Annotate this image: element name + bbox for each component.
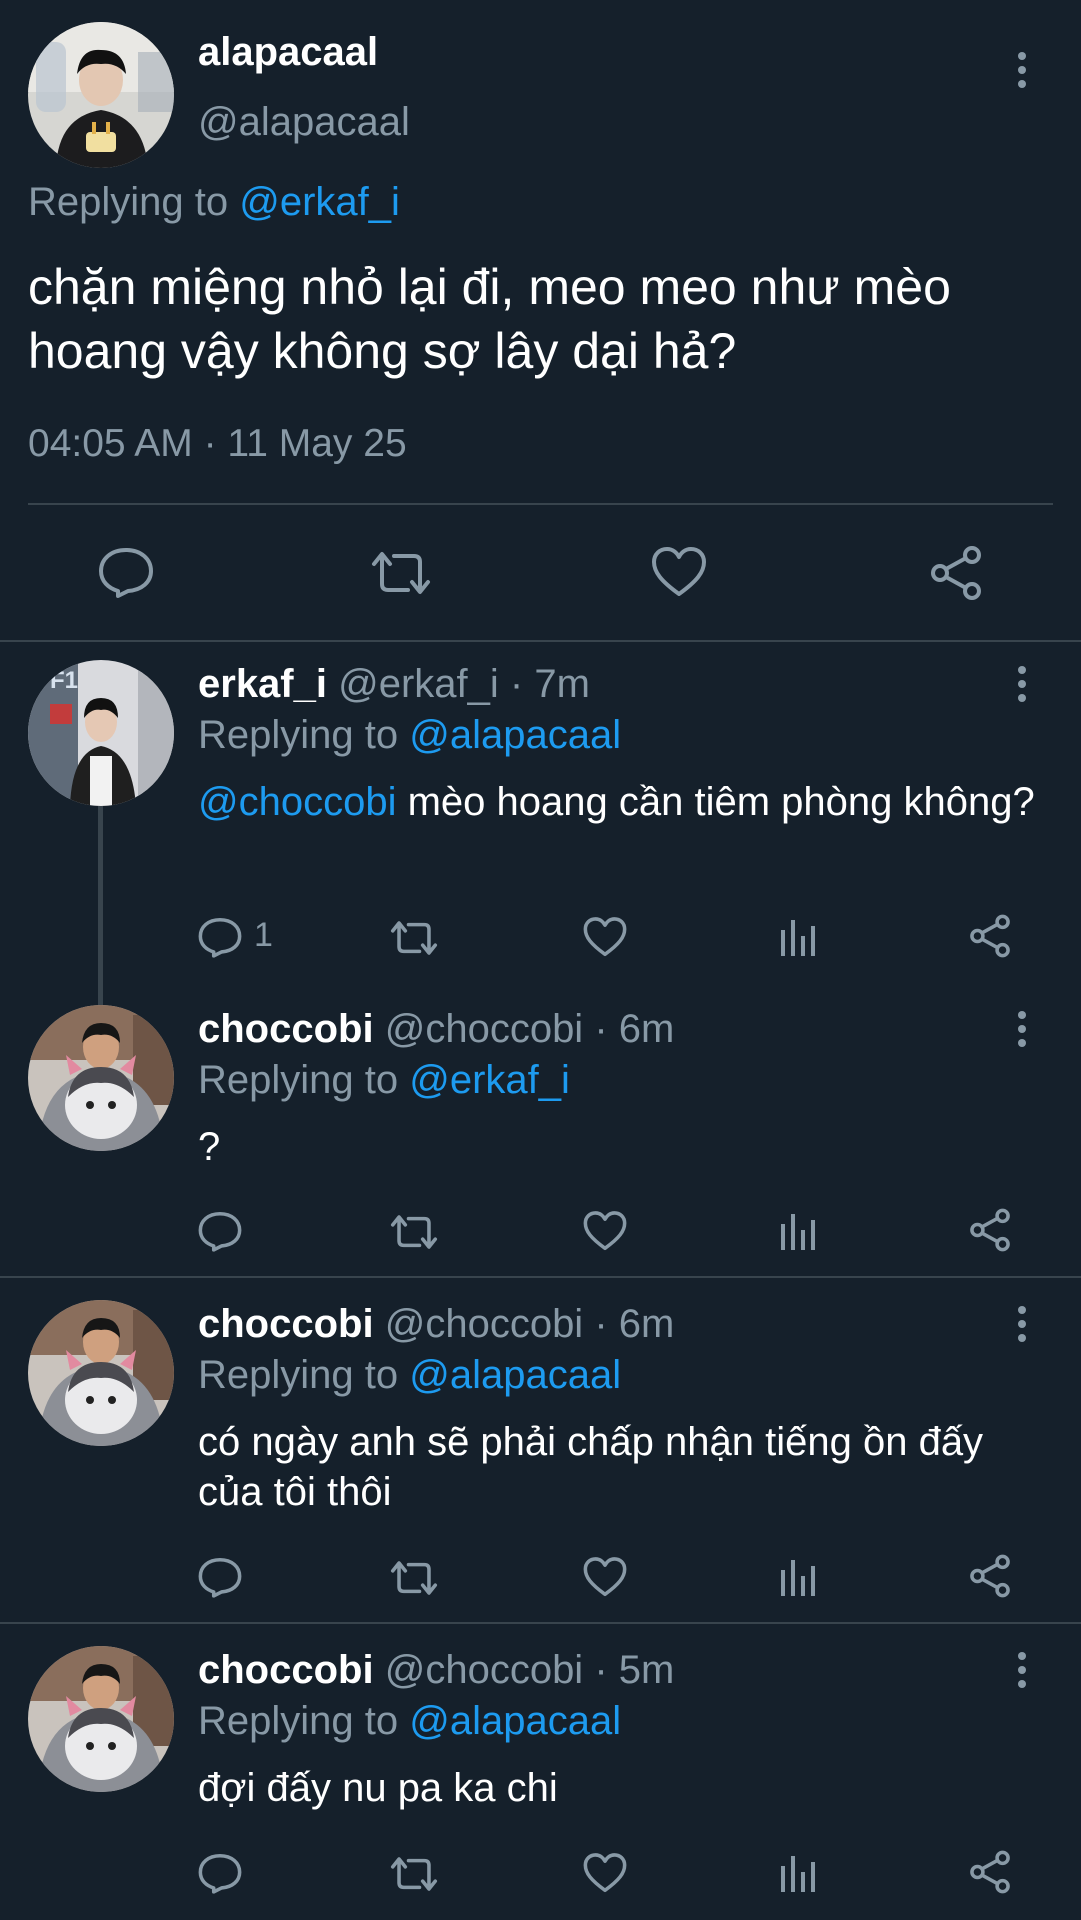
share-icon[interactable] bbox=[968, 1208, 1012, 1252]
divider bbox=[0, 640, 1081, 642]
more-options-icon[interactable] bbox=[1007, 662, 1037, 706]
like-icon[interactable] bbox=[583, 1210, 627, 1252]
reply-icon[interactable] bbox=[198, 916, 242, 958]
reply-text: @choccobi mèo hoang cần tiêm phòng không… bbox=[198, 777, 1058, 827]
reply-time[interactable]: · 7m bbox=[510, 662, 590, 706]
divider bbox=[0, 1276, 1081, 1278]
reply-header: erkaf_i @erkaf_i · 7m bbox=[198, 662, 590, 707]
author-handle[interactable]: @alapacaal bbox=[198, 100, 410, 145]
replying-to: Replying to @alapacaal bbox=[198, 1699, 621, 1744]
reply-icon[interactable] bbox=[198, 1852, 242, 1894]
like-icon[interactable] bbox=[583, 1556, 627, 1598]
analytics-icon[interactable] bbox=[778, 1210, 818, 1252]
analytics-icon[interactable] bbox=[778, 1852, 818, 1894]
reply-header: choccobi @choccobi · 6m bbox=[198, 1007, 674, 1052]
like-icon[interactable] bbox=[583, 916, 627, 958]
more-options-icon[interactable] bbox=[1007, 1302, 1037, 1346]
analytics-icon[interactable] bbox=[778, 1556, 818, 1598]
replying-prefix: Replying to bbox=[28, 180, 240, 224]
replying-prefix: Replying to bbox=[198, 1699, 410, 1743]
reply-author-handle[interactable]: @choccobi bbox=[385, 1302, 583, 1346]
more-options-icon[interactable] bbox=[1007, 1648, 1037, 1692]
more-options-icon[interactable] bbox=[1007, 1007, 1037, 1051]
avatar-choccobi[interactable] bbox=[28, 1005, 174, 1151]
retweet-icon[interactable] bbox=[388, 918, 440, 958]
reply-header: choccobi @choccobi · 5m bbox=[198, 1648, 674, 1693]
avatar-alapacaal[interactable] bbox=[28, 22, 174, 168]
avatar-choccobi[interactable] bbox=[28, 1300, 174, 1446]
divider bbox=[28, 503, 1053, 505]
replying-to: Replying to @alapacaal bbox=[198, 713, 621, 758]
replying-to-link[interactable]: @erkaf_i bbox=[239, 180, 400, 224]
replying-to: Replying to @erkaf_i bbox=[28, 180, 400, 225]
replying-to-link[interactable]: @alapacaal bbox=[409, 1699, 621, 1743]
reply-text-body: mèo hoang cần tiêm phòng không? bbox=[396, 780, 1035, 824]
reply-author-name[interactable]: choccobi bbox=[198, 1007, 374, 1051]
retweet-icon[interactable] bbox=[388, 1212, 440, 1252]
reply-author-name[interactable]: choccobi bbox=[198, 1302, 374, 1346]
retweet-icon[interactable] bbox=[368, 548, 434, 598]
retweet-icon[interactable] bbox=[388, 1854, 440, 1894]
share-icon[interactable] bbox=[968, 1850, 1012, 1894]
like-icon[interactable] bbox=[651, 546, 707, 598]
more-options-icon[interactable] bbox=[1007, 48, 1037, 92]
reply-time[interactable]: · 6m bbox=[594, 1302, 674, 1346]
analytics-icon[interactable] bbox=[778, 916, 818, 958]
reply-icon[interactable] bbox=[198, 1210, 242, 1252]
replying-prefix: Replying to bbox=[198, 1058, 410, 1102]
avatar-erkaf_i[interactable]: F1 bbox=[28, 660, 174, 806]
thread-line bbox=[98, 805, 103, 1005]
reply-author-handle[interactable]: @erkaf_i bbox=[338, 662, 499, 706]
share-icon[interactable] bbox=[928, 545, 984, 601]
replying-to-link[interactable]: @alapacaal bbox=[409, 713, 621, 757]
reply-author-name[interactable]: erkaf_i bbox=[198, 662, 327, 706]
reply-icon[interactable] bbox=[98, 546, 154, 598]
reply-author-handle[interactable]: @choccobi bbox=[385, 1648, 583, 1692]
reply-author-name[interactable]: choccobi bbox=[198, 1648, 374, 1692]
reply-header: choccobi @choccobi · 6m bbox=[198, 1302, 674, 1347]
share-icon[interactable] bbox=[968, 914, 1012, 958]
reply-text: đợi đấy nu pa ka chi bbox=[198, 1766, 558, 1810]
reply-time[interactable]: · 6m bbox=[594, 1007, 674, 1051]
replying-prefix: Replying to bbox=[198, 713, 410, 757]
author-name[interactable]: alapacaal bbox=[198, 30, 378, 75]
like-icon[interactable] bbox=[583, 1852, 627, 1894]
retweet-icon[interactable] bbox=[388, 1558, 440, 1598]
reply-author-handle[interactable]: @choccobi bbox=[385, 1007, 583, 1051]
replying-to-link[interactable]: @erkaf_i bbox=[409, 1058, 570, 1102]
replying-to-link[interactable]: @alapacaal bbox=[409, 1353, 621, 1397]
reply-text: ? bbox=[198, 1125, 221, 1169]
share-icon[interactable] bbox=[968, 1554, 1012, 1598]
reply-count: 1 bbox=[254, 916, 273, 954]
replying-prefix: Replying to bbox=[198, 1353, 410, 1397]
replying-to: Replying to @erkaf_i bbox=[198, 1058, 570, 1103]
avatar-choccobi[interactable] bbox=[28, 1646, 174, 1792]
tweet-text: chặn miệng nhỏ lại đi, meo meo như mèo h… bbox=[28, 259, 951, 379]
mention-link[interactable]: @choccobi bbox=[198, 780, 396, 824]
reply-text: có ngày anh sẽ phải chấp nhận tiếng ồn đ… bbox=[198, 1420, 984, 1514]
replying-to: Replying to @alapacaal bbox=[198, 1353, 621, 1398]
divider bbox=[0, 1622, 1081, 1624]
reply-time[interactable]: · 5m bbox=[594, 1648, 674, 1692]
reply-icon[interactable] bbox=[198, 1556, 242, 1598]
tweet-timestamp[interactable]: 04:05 AM · 11 May 25 bbox=[28, 422, 407, 466]
svg-text:F1: F1 bbox=[50, 667, 78, 694]
